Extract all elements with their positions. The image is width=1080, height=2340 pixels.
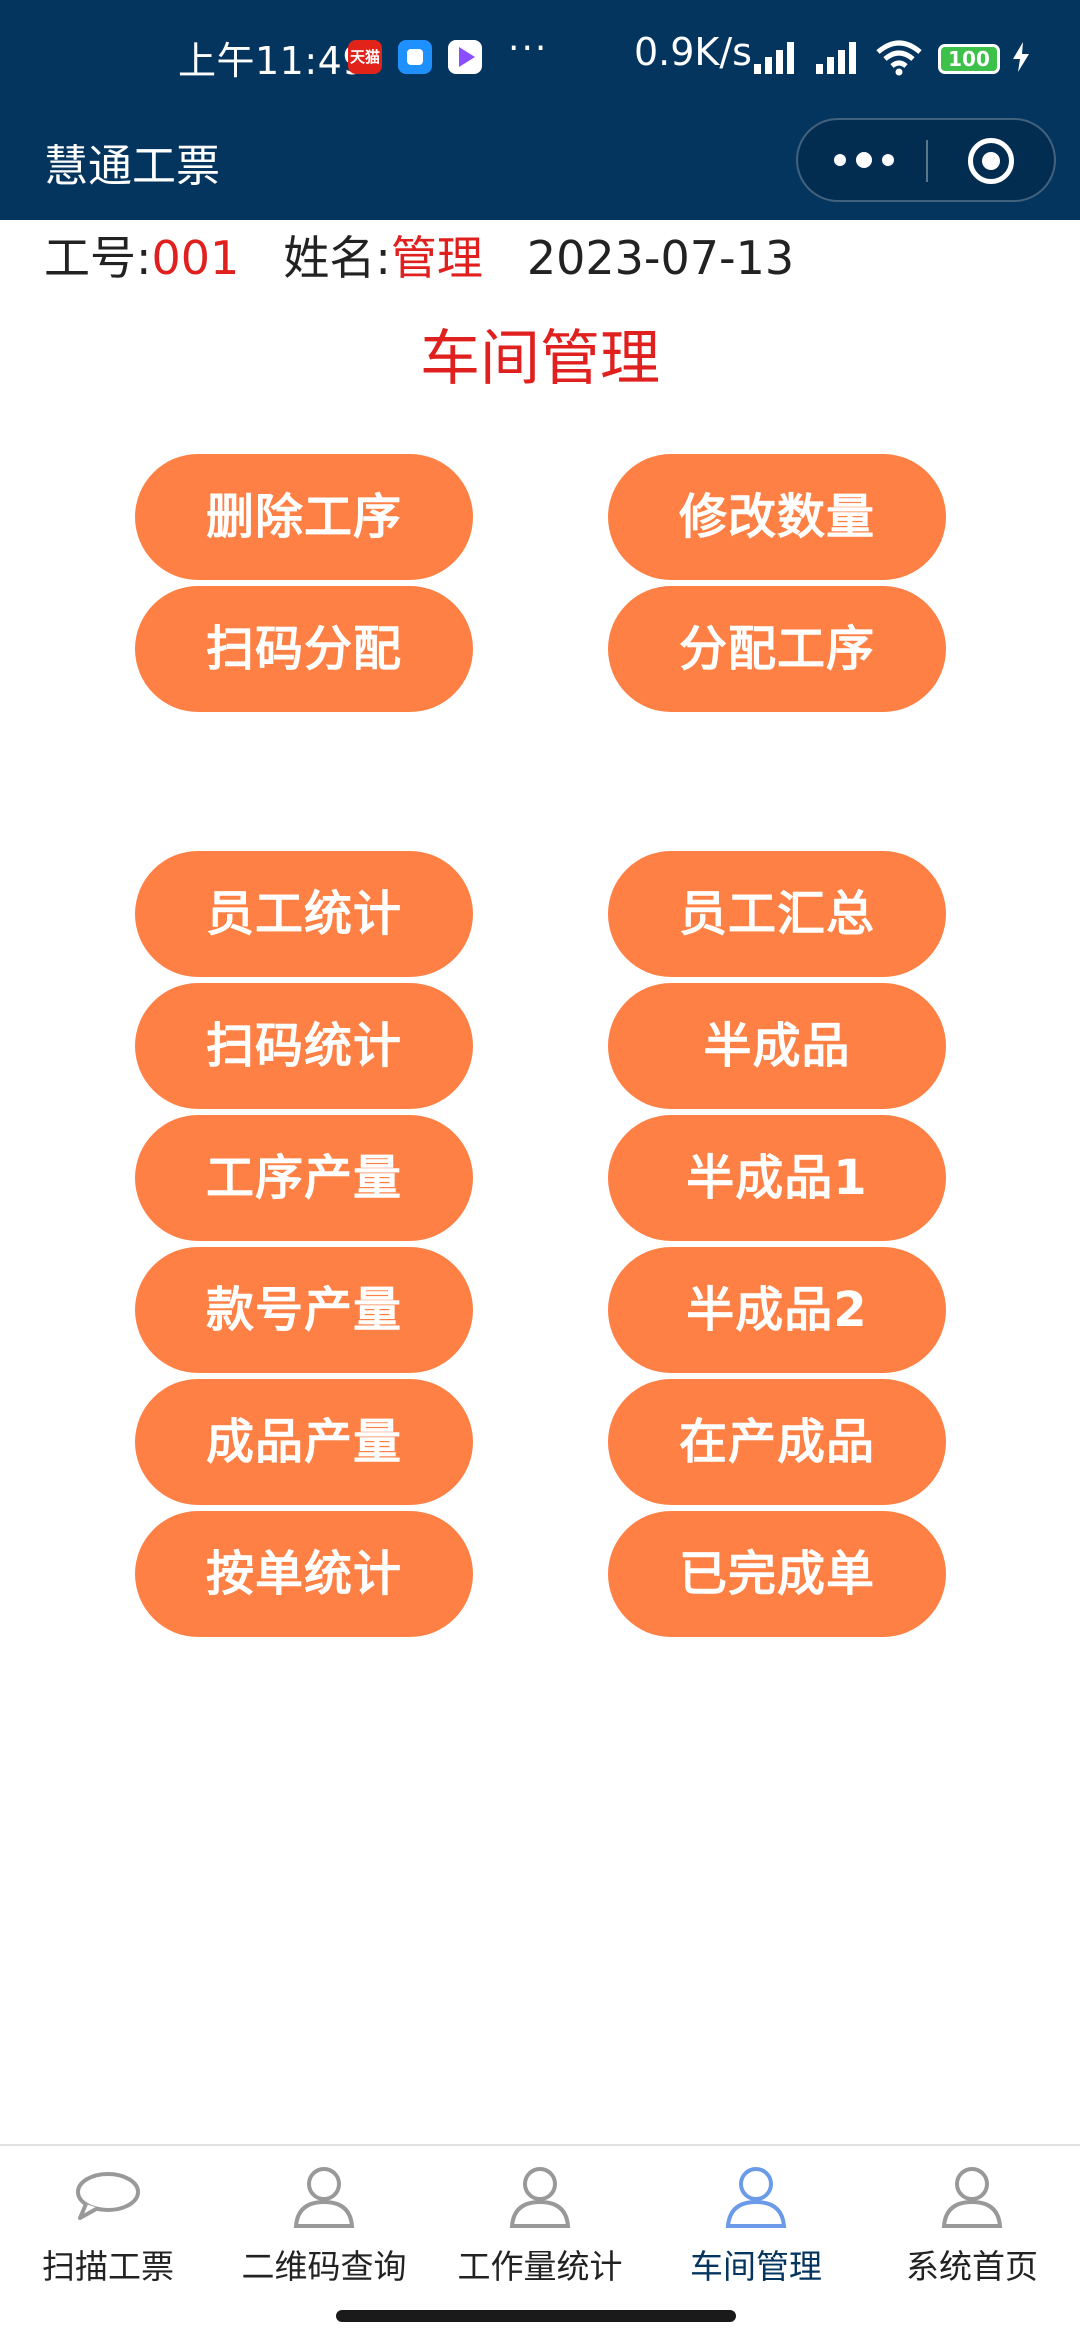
- app-notification-icon: [398, 40, 432, 74]
- close-miniprogram-button[interactable]: [968, 138, 1014, 184]
- modify-quantity-button[interactable]: 修改数量: [608, 454, 946, 580]
- tab-system-home[interactable]: 系统首页: [864, 2146, 1080, 2300]
- semi-finished-2-button[interactable]: 半成品2: [608, 1247, 946, 1373]
- nav-title: 慧通工票: [44, 141, 220, 192]
- chat-bubble-icon: [76, 2172, 140, 2220]
- tab-label: 扫描工票: [42, 2247, 174, 2286]
- capsule-divider: [926, 140, 928, 182]
- signal-icon: [754, 42, 794, 74]
- network-speed: 0.9K/s: [634, 30, 752, 74]
- employee-stats-button[interactable]: 员工统计: [135, 851, 473, 977]
- current-date: 2023-07-13: [526, 231, 795, 285]
- scan-stats-button[interactable]: 扫码统计: [135, 983, 473, 1109]
- in-production-button[interactable]: 在产成品: [608, 1379, 946, 1505]
- more-menu-button[interactable]: [798, 120, 927, 200]
- page-title: 车间管理: [420, 324, 660, 394]
- assign-process-button[interactable]: 分配工序: [608, 586, 946, 712]
- dot-icon: [834, 154, 846, 166]
- play-store-icon: [448, 40, 482, 74]
- semi-finished-1-button[interactable]: 半成品1: [608, 1115, 946, 1241]
- delete-process-button[interactable]: 删除工序: [135, 454, 473, 580]
- user-icon: [293, 2167, 355, 2228]
- user-name-value: 管理: [390, 231, 483, 285]
- battery-icon: 100: [938, 44, 1000, 74]
- finished-output-button[interactable]: 成品产量: [135, 1379, 473, 1505]
- tab-bar: 扫描工票 二维码查询 工作量统计 车间管理 系统首页: [0, 2144, 1080, 2298]
- semi-finished-button[interactable]: 半成品: [608, 983, 946, 1109]
- tab-scan-ticket[interactable]: 扫描工票: [0, 2146, 216, 2300]
- tab-workload-stats[interactable]: 工作量统计: [432, 2146, 648, 2300]
- completed-orders-button[interactable]: 已完成单: [608, 1511, 946, 1637]
- order-stats-button[interactable]: 按单统计: [135, 1511, 473, 1637]
- user-icon: [941, 2167, 1003, 2228]
- wifi-icon: [876, 40, 922, 76]
- tab-label: 二维码查询: [241, 2247, 407, 2286]
- process-output-button[interactable]: 工序产量: [135, 1115, 473, 1241]
- tab-label: 车间管理: [690, 2247, 822, 2286]
- scan-assign-button[interactable]: 扫码分配: [135, 586, 473, 712]
- home-indicator[interactable]: [336, 2310, 736, 2322]
- tab-label: 系统首页: [906, 2247, 1038, 2286]
- employee-summary-button[interactable]: 员工汇总: [608, 851, 946, 977]
- nav-bar: 慧通工票: [0, 118, 1080, 220]
- job-number-label: 工号:: [44, 231, 152, 285]
- user-name-label: 姓名:: [283, 231, 391, 285]
- user-info: 工号:001 姓名:管理 2023-07-13: [44, 222, 794, 288]
- job-number-value: 001: [151, 231, 240, 285]
- screen: 上午11:49 天猫 ··· 0.9K/s 100 慧通工票 工号:001 姓名…: [0, 0, 1080, 2340]
- tab-workshop-management[interactable]: 车间管理: [648, 2146, 864, 2300]
- status-time: 上午11:49: [178, 39, 368, 83]
- user-icon: [509, 2167, 571, 2228]
- signal-icon: [816, 42, 856, 74]
- status-bar: 上午11:49 天猫 ··· 0.9K/s 100: [0, 0, 1080, 118]
- dot-icon: [882, 154, 894, 166]
- charging-icon: [1013, 42, 1029, 72]
- more-notifications-icon: ···: [508, 28, 549, 69]
- dot-icon: [856, 152, 872, 168]
- tab-label: 工作量统计: [457, 2247, 623, 2286]
- tab-qr-query[interactable]: 二维码查询: [216, 2146, 432, 2300]
- style-output-button[interactable]: 款号产量: [135, 1247, 473, 1373]
- tmall-app-icon: 天猫: [348, 40, 382, 74]
- user-icon: [725, 2167, 787, 2228]
- miniprogram-capsule: [796, 118, 1056, 202]
